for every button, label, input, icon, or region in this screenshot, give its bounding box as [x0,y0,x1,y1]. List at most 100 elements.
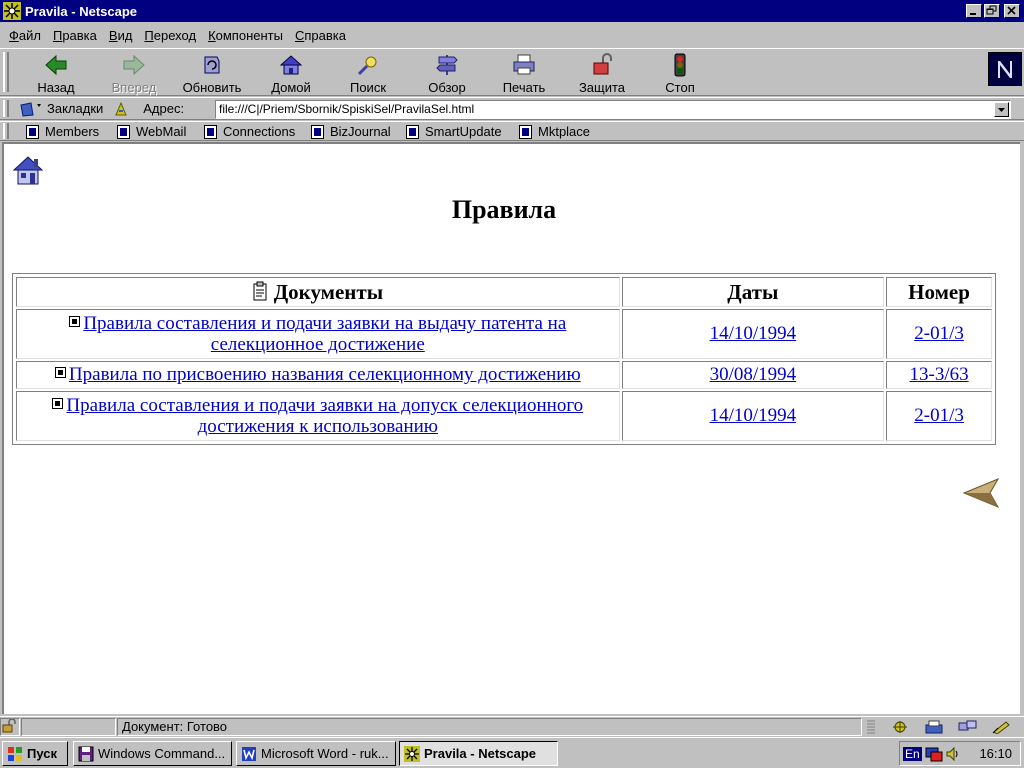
clock[interactable]: 16:10 [979,746,1012,761]
minimize-icon [970,13,976,15]
date-link[interactable]: 14/10/1994 [710,323,797,344]
document-icon [52,398,64,409]
bookmark-label: SmartUpdate [425,124,502,139]
navigator-icon[interactable] [890,720,910,734]
bookmark-webmail[interactable]: WebMail [117,123,186,140]
url-input[interactable]: file:///C|/Priem/Sbornik/SpiskiSel/Pravi… [215,100,1011,119]
url-history-dropdown[interactable] [994,102,1009,117]
back-arrow-icon[interactable] [962,477,1002,509]
document-link[interactable]: Правила составления и подачи заявки на д… [66,395,583,437]
page-title: Правила [451,195,557,224]
bookmark-connections[interactable]: Connections [204,123,295,140]
component-bar-grip-icon[interactable] [866,720,876,734]
speaker-volume-icon[interactable] [945,746,961,762]
search-label: Поиск [349,80,387,95]
number-cell: 2-01/3 [886,391,992,441]
security-status-cell[interactable] [0,718,20,736]
task-windows-command[interactable]: Windows Command... [73,741,232,766]
bookmark-label: BizJournal [330,124,391,139]
bookmarks-button[interactable]: Закладки [19,101,103,117]
start-button[interactable]: Пуск [2,741,68,766]
chevron-down-icon [998,108,1005,112]
guide-button[interactable]: Обзор [422,51,472,95]
menu-help[interactable]: Справка [289,28,352,43]
bookmark-mktplace[interactable]: Mktplace [519,123,590,140]
discussions-icon[interactable] [958,720,978,734]
table-header-row: Документы Даты Номер [16,277,992,307]
number-link[interactable]: 2-01/3 [914,323,964,344]
personal-toolbar: Members WebMail Connections BizJournal S… [0,121,1024,141]
bookmark-page-icon [204,124,217,139]
menu-go[interactable]: Переход [138,28,202,43]
stop-label: Стоп [665,80,695,95]
network-monitor-icon[interactable] [925,746,943,762]
netscape-logo-throbber[interactable] [988,52,1022,86]
close-icon [1007,6,1016,15]
restore-button[interactable] [984,4,1000,18]
table-row: Правила составления и подачи заявки на в… [16,309,992,359]
task-label: Windows Command... [98,746,226,761]
menu-components[interactable]: Компоненты [202,28,289,43]
bookmark-label: Members [45,124,100,139]
mail-icon[interactable] [924,720,944,734]
printer-icon [513,54,535,75]
navigation-toolbar: Назад Вперед Обновить Домой Поиск Обзор … [0,48,1024,96]
forward-button[interactable]: Вперед [106,51,162,95]
number-cell: 13-3/63 [886,361,992,389]
close-button[interactable] [1004,4,1020,18]
minimize-button[interactable] [966,4,982,18]
progress-cell [21,718,116,736]
location-grip[interactable] [3,100,9,117]
security-label: Защита [578,80,626,95]
header-dates: Даты [621,277,885,307]
bookmark-bizjournal[interactable]: BizJournal [311,123,391,140]
documents-table: Документы Даты Номер Правила составления… [12,273,996,445]
menu-file[interactable]: Файл [3,28,47,43]
document-cell: Правила составления и подачи заявки на д… [16,391,620,441]
page-content: Правила Документы Даты Номер Правила сос… [2,142,1020,714]
bookmark-label: WebMail [136,124,187,139]
print-button[interactable]: Печать [496,51,552,95]
clipboard-icon [253,281,267,300]
document-link[interactable]: Правила составления и подачи заявки на в… [83,313,566,355]
reload-label: Обновить [182,80,242,95]
window-title: Pravila - Netscape [25,3,138,19]
page-proxy-icon[interactable] [113,101,129,117]
address-label: Адрес: [143,101,185,116]
date-link[interactable]: 14/10/1994 [710,405,797,426]
language-indicator[interactable]: En [903,746,922,761]
netscape-n-icon [989,53,1021,85]
task-pravila-netscape[interactable]: Pravila - Netscape [399,741,558,766]
search-button[interactable]: Поиск [344,51,392,95]
number-link[interactable]: 2-01/3 [914,405,964,426]
composer-icon[interactable] [992,720,1012,734]
forward-arrow-icon [123,54,145,76]
date-link[interactable]: 30/08/1994 [710,364,797,385]
menu-view[interactable]: Вид [103,28,139,43]
search-icon [357,56,377,76]
floppy-disk-icon [78,746,94,761]
bookmark-smartupdate[interactable]: SmartUpdate [406,123,502,140]
bookmark-page-icon [311,124,324,139]
date-cell: 30/08/1994 [621,361,885,389]
document-link[interactable]: Правила по присвоению названия селекцион… [69,364,581,385]
bookmarks-icon [20,101,41,117]
reload-button[interactable]: Обновить [176,51,248,95]
document-cell: Правила по присвоению названия селекцион… [16,361,620,389]
menu-edit[interactable]: Правка [47,28,103,43]
padlock-icon [593,53,612,75]
print-label: Печать [502,80,546,95]
number-link[interactable]: 13-3/63 [910,364,969,385]
task-microsoft-word[interactable]: Microsoft Word - ruk... [236,741,396,766]
back-button[interactable]: Назад [30,51,82,95]
personal-toolbar-grip[interactable] [3,123,9,139]
home-button[interactable]: Домой [264,51,318,95]
document-cell: Правила составления и подачи заявки на в… [16,309,620,359]
stop-button[interactable]: Стоп [658,51,702,95]
home-page-icon[interactable] [12,154,44,186]
title-bar: Pravila - Netscape [0,0,1024,22]
bookmark-members[interactable]: Members [26,123,99,140]
word-icon [242,746,256,761]
toolbar-grip[interactable] [3,52,9,92]
security-button[interactable]: Защита [572,51,632,95]
